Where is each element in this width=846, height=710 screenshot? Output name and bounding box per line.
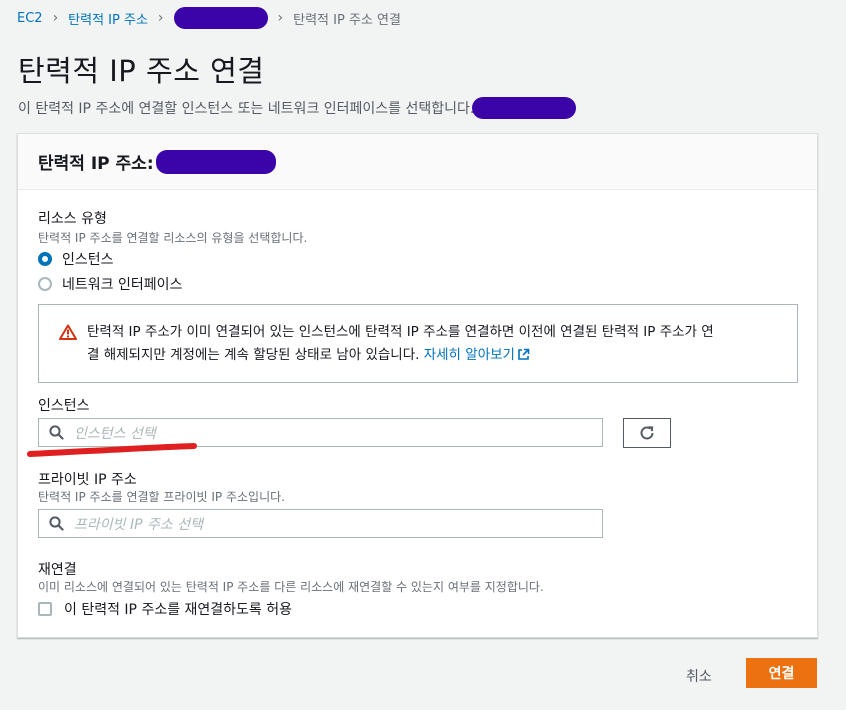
instance-label: 인스턴스 bbox=[38, 398, 90, 414]
resource-type-label: 리소스 유형 bbox=[38, 211, 107, 227]
breadcrumb-elastic-ips[interactable]: 탄력적 IP 주소 bbox=[68, 9, 148, 28]
allow-reassociation-label: 이 탄력적 IP 주소를 재연결하도록 허용 bbox=[64, 602, 293, 618]
reassociation-hint: 이미 리소스에 연결되어 있는 탄력적 IP 주소를 다른 리소스에 재연결할 … bbox=[38, 580, 544, 594]
breadcrumb: EC2 › 탄력적 IP 주소 › › 탄력적 IP 주소 연결 bbox=[17, 7, 401, 29]
private-ip-select[interactable]: 프라이빗 IP 주소 선택 bbox=[38, 509, 603, 538]
allow-reassociation-checkbox[interactable]: 이 탄력적 IP 주소를 재연결하도록 허용 bbox=[38, 599, 292, 619]
page-title: 탄력적 IP 주소 연결 bbox=[18, 54, 265, 88]
redacted-allocation-id bbox=[173, 7, 268, 29]
private-ip-hint: 탄력적 IP 주소를 연결할 프라이빗 IP 주소입니다. bbox=[38, 490, 285, 504]
panel-header: 탄력적 IP 주소: bbox=[18, 134, 817, 190]
private-ip-label: 프라이빗 IP 주소 bbox=[38, 472, 137, 488]
warning-alert: 탄력적 IP 주소가 이미 연결되어 있는 인스턴스에 탄력적 IP 주소를 연… bbox=[38, 304, 798, 383]
associate-button[interactable]: 연결 bbox=[746, 658, 817, 688]
panel-title: 탄력적 IP 주소: bbox=[38, 154, 154, 174]
private-ip-placeholder: 프라이빗 IP 주소 선택 bbox=[74, 516, 203, 533]
breadcrumb-ec2[interactable]: EC2 bbox=[17, 11, 43, 26]
search-icon bbox=[49, 425, 64, 440]
radio-instance[interactable]: 인스턴스 bbox=[38, 249, 114, 269]
instance-placeholder: 인스턴스 선택 bbox=[74, 425, 156, 442]
warning-text: 탄력적 IP 주소가 이미 연결되어 있는 인스턴스에 탄력적 IP 주소를 연… bbox=[87, 321, 787, 369]
radio-unchecked-icon[interactable] bbox=[38, 277, 52, 291]
warning-icon bbox=[59, 324, 77, 344]
cancel-button[interactable]: 취소 bbox=[672, 664, 726, 688]
radio-network-interface-label: 네트워크 인터페이스 bbox=[62, 277, 183, 293]
page-description-text: 이 탄력적 IP 주소에 연결할 인스턴스 또는 네트워크 인터페이스를 선택합… bbox=[18, 101, 475, 117]
checkbox-icon[interactable] bbox=[38, 602, 52, 616]
radio-instance-label: 인스턴스 bbox=[62, 252, 114, 268]
radio-checked-icon[interactable] bbox=[38, 252, 52, 266]
redacted-ip bbox=[155, 149, 276, 174]
learn-more-link[interactable]: 자세히 알아보기 bbox=[424, 347, 530, 363]
redacted-ip bbox=[472, 97, 577, 119]
reassociation-label: 재연결 bbox=[38, 562, 77, 578]
page-description: 이 탄력적 IP 주소에 연결할 인스턴스 또는 네트워크 인터페이스를 선택합… bbox=[18, 97, 577, 119]
radio-network-interface[interactable]: 네트워크 인터페이스 bbox=[38, 274, 182, 294]
chevron-right-icon: › bbox=[277, 10, 284, 26]
resource-type-hint: 탄력적 IP 주소를 연결할 리소스의 유형을 선택합니다. bbox=[38, 231, 308, 245]
external-link-icon[interactable] bbox=[517, 346, 530, 369]
associate-panel: 탄력적 IP 주소: 리소스 유형 탄력적 IP 주소를 연결할 리소스의 유형… bbox=[17, 133, 818, 638]
refresh-icon[interactable] bbox=[638, 424, 656, 442]
learn-more-text[interactable]: 자세히 알아보기 bbox=[424, 347, 515, 363]
refresh-button[interactable] bbox=[623, 418, 671, 448]
breadcrumb-current: 탄력적 IP 주소 연결 bbox=[293, 12, 401, 28]
search-icon bbox=[49, 516, 64, 531]
chevron-right-icon: › bbox=[157, 10, 164, 26]
chevron-right-icon: › bbox=[52, 10, 59, 26]
warning-line-2: 결 해제되지만 계정에는 계속 할당된 상태로 남아 있습니다. bbox=[87, 347, 420, 363]
red-annotation-underline bbox=[27, 443, 197, 457]
warning-line-1: 탄력적 IP 주소가 이미 연결되어 있는 인스턴스에 탄력적 IP 주소를 연… bbox=[87, 324, 714, 340]
